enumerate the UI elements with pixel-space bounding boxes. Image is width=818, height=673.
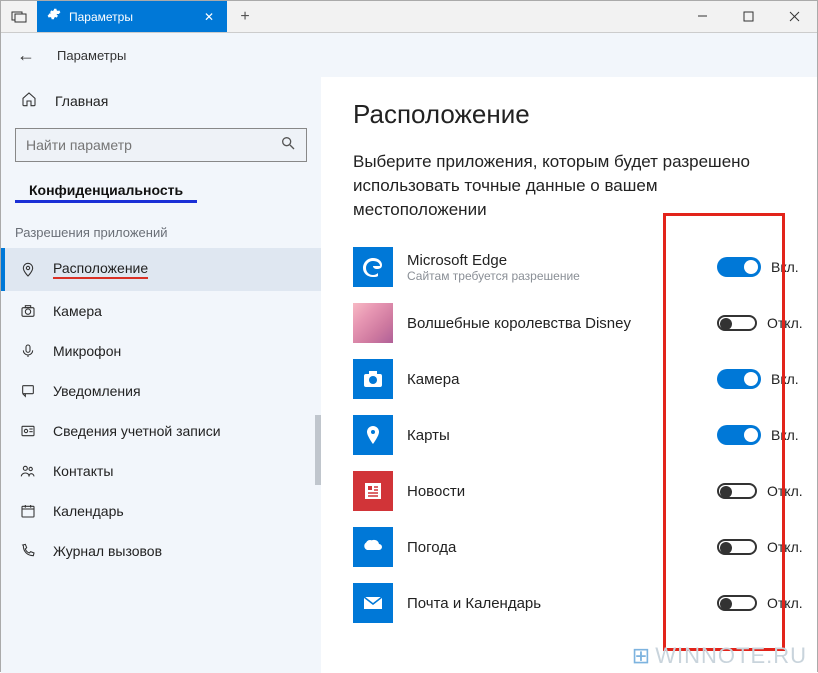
app-row: Новости Откл. [353,463,817,519]
app-subtext: Сайтам требуется разрешение [407,269,703,283]
app-toggle-wrap: Откл. [717,483,817,499]
toggle-switch[interactable] [717,369,761,389]
main-content: Расположение Выберите приложения, которы… [321,77,817,673]
calllog-icon [19,543,37,559]
app-header: ← Параметры [1,33,817,77]
sidebar-item-label: Камера [53,303,102,319]
maximize-button[interactable] [725,1,771,32]
search-input[interactable] [26,137,280,153]
sidebar-home-label: Главная [55,93,108,109]
app-name: Волшебные королевства Disney [407,315,703,332]
toggle-label: Вкл. [771,259,799,275]
sidebar-item-label: Уведомления [53,383,141,399]
sidebar-item-label: Сведения учетной записи [53,423,221,439]
browser-tab-settings[interactable]: Параметры ✕ [37,1,227,32]
sidebar-item-calllog[interactable]: Журнал вызовов [1,531,321,571]
toggle-switch[interactable] [717,315,757,331]
page-lead: Выберите приложения, которым будет разре… [353,150,783,221]
account-icon [19,423,37,439]
toggle-label: Откл. [767,315,803,331]
app-row: Карты Вкл. [353,407,817,463]
app-name: Погода [407,539,703,556]
toggle-switch[interactable] [717,483,757,499]
toggle-switch[interactable] [717,257,761,277]
search-icon[interactable] [280,135,296,156]
mic-icon [19,343,37,359]
sidebar-subhead: Разрешения приложений [1,203,321,248]
sidebar-item-camera[interactable]: Камера [1,291,321,331]
app-toggle-wrap: Откл. [717,315,817,331]
sidebar-item-mic[interactable]: Микрофон [1,331,321,371]
toggle-label: Вкл. [771,371,799,387]
calendar-icon [19,503,37,519]
close-tab-icon[interactable]: ✕ [201,10,217,24]
toggle-switch[interactable] [717,425,761,445]
toggle-label: Откл. [767,539,803,555]
app-icon-maps [353,415,393,455]
location-icon [19,262,37,278]
app-name: Камера [407,371,703,388]
app-icon-camera [353,359,393,399]
app-row: Microsoft EdgeСайтам требуется разрешени… [353,239,817,295]
home-icon [21,91,37,110]
sidebar-item-calendar[interactable]: Календарь [1,491,321,531]
camera-icon [19,303,37,319]
close-window-button[interactable] [771,1,817,32]
sidebar-item-label: Журнал вызовов [53,543,162,559]
app-toggle-wrap: Откл. [717,539,817,555]
sidebar-item-home[interactable]: Главная [1,81,321,120]
app-icon-weather [353,527,393,567]
app-name: Microsoft Edge [407,252,703,269]
app-icon-edge [353,247,393,287]
app-icon-news [353,471,393,511]
sidebar-item-location[interactable]: Расположение [1,248,321,291]
app-title: Параметры [57,48,126,63]
gear-icon [47,7,61,26]
page-heading: Расположение [353,99,817,130]
bell-icon [19,383,37,399]
app-toggle-wrap: Вкл. [717,425,817,445]
toggle-switch[interactable] [717,595,757,611]
back-button[interactable]: ← [17,45,35,66]
app-row: Погода Откл. [353,519,817,575]
app-toggle-wrap: Вкл. [717,257,817,277]
app-name: Новости [407,483,703,500]
app-row: Камера Вкл. [353,351,817,407]
app-name: Почта и Календарь [407,595,703,612]
app-icon-mail [353,583,393,623]
app-toggle-wrap: Вкл. [717,369,817,389]
sidebar-item-label: Контакты [53,463,113,479]
sidebar-section-privacy: Конфиденциальность [15,176,197,203]
app-row: Почта и Календарь Откл. [353,575,817,631]
sidebar-item-contacts[interactable]: Контакты [1,451,321,491]
tab-label: Параметры [69,10,193,24]
toggle-label: Откл. [767,595,803,611]
watermark: ⊞WINNOTE.RU [632,643,807,669]
sidebar-item-label: Расположение [53,260,148,279]
sidebar-item-label: Микрофон [53,343,121,359]
sidebar-item-account[interactable]: Сведения учетной записи [1,411,321,451]
toggle-label: Вкл. [771,427,799,443]
sidebar: Главная Конфиденциальность Разрешения пр… [1,77,321,673]
new-tab-button[interactable]: + [227,1,263,32]
window-titlebar: Параметры ✕ + [1,1,817,33]
app-toggle-wrap: Откл. [717,595,817,611]
toggle-switch[interactable] [717,539,757,555]
app-row: Волшебные королевства Disney Откл. [353,295,817,351]
search-box[interactable] [15,128,307,162]
sidebar-item-label: Календарь [53,503,124,519]
app-icon-disney [353,303,393,343]
minimize-button[interactable] [679,1,725,32]
toggle-label: Откл. [767,483,803,499]
contacts-icon [19,463,37,479]
app-name: Карты [407,427,703,444]
titlebar-spacer [263,1,679,32]
sidebar-item-bell[interactable]: Уведомления [1,371,321,411]
task-view-icon[interactable] [1,1,37,32]
